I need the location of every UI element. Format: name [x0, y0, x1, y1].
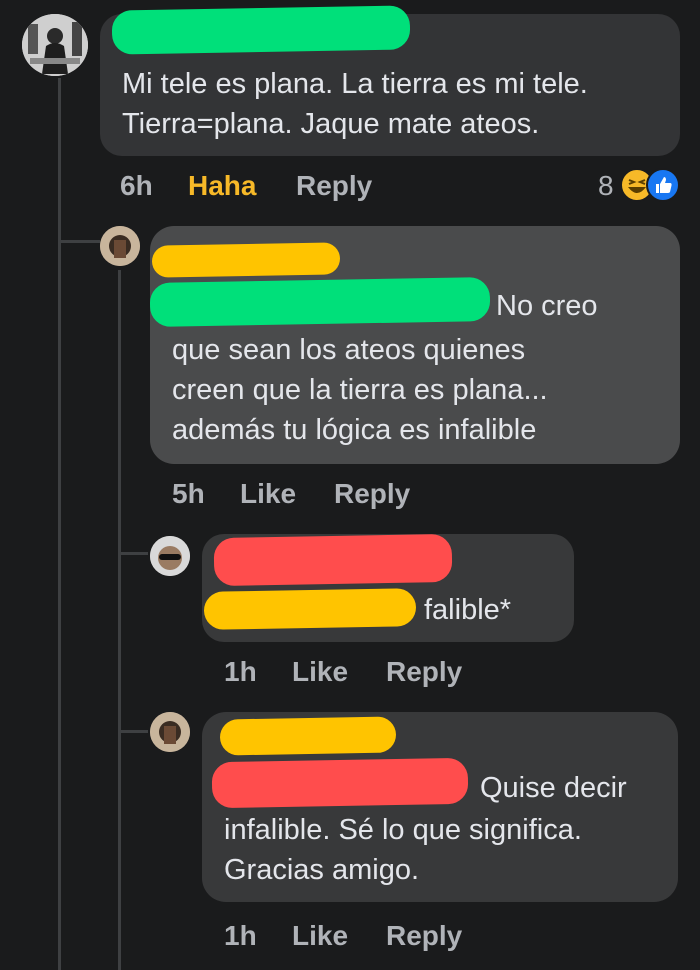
avatar-photo-icon [22, 14, 88, 76]
like-button[interactable]: Like [292, 920, 348, 952]
reply-button[interactable]: Reply [386, 656, 462, 688]
thread-branch-3 [118, 730, 148, 733]
avatar-photo-icon [150, 712, 190, 752]
comment-timestamp: 6h [120, 170, 153, 201]
comment-text-line: No creo [496, 290, 598, 322]
redacted-mention-scribble [203, 588, 417, 630]
comment-text-line: falible* [424, 594, 512, 626]
redacted-mention-scribble [211, 757, 469, 809]
avatar-photo-icon [100, 226, 140, 266]
like-button[interactable]: Like [240, 478, 296, 510]
redacted-name-scribble [219, 716, 397, 756]
redacted-name-scribble [213, 533, 453, 587]
haha-reaction-button[interactable]: Haha [188, 170, 256, 202]
redacted-name-scribble [151, 242, 341, 278]
comment-text-line: creen que la tierra es plana... [172, 374, 548, 406]
reply-button[interactable]: Reply [296, 170, 372, 202]
thread-line-main [58, 78, 61, 970]
redacted-name-scribble [111, 5, 411, 55]
reaction-summary[interactable]: 8 [598, 166, 688, 206]
avatar-photo-icon [150, 536, 190, 576]
reaction-count: 8 [598, 170, 614, 201]
avatar[interactable] [150, 536, 190, 576]
thread-line-sub [118, 270, 121, 970]
avatar[interactable] [100, 226, 140, 266]
comment-text-line: Mi tele es plana. La tierra es mi tele. [122, 68, 588, 100]
comment-timestamp: 1h [224, 920, 257, 951]
comment-text-line: que sean los ateos quienes [172, 334, 526, 366]
thread-branch-2 [118, 552, 148, 555]
comment-text-line: Quise decir [480, 772, 627, 804]
comment-timestamp: 5h [172, 478, 205, 509]
redacted-mention-scribble [149, 277, 491, 327]
comment-timestamp: 1h [224, 656, 257, 687]
avatar[interactable] [150, 712, 190, 752]
thread-branch-1 [58, 240, 100, 243]
comment-text-line: Tierra=plana. Jaque mate ateos. [122, 108, 540, 140]
comment-text-line: además tu lógica es infalible [172, 414, 537, 446]
like-button[interactable]: Like [292, 656, 348, 688]
reply-button[interactable]: Reply [334, 478, 410, 510]
reply-button[interactable]: Reply [386, 920, 462, 952]
comment-text-line: infalible. Sé lo que significa. [224, 814, 582, 846]
like-thumb-icon [646, 168, 680, 202]
avatar[interactable] [22, 14, 88, 76]
comment-text-line: Gracias amigo. [224, 854, 420, 886]
